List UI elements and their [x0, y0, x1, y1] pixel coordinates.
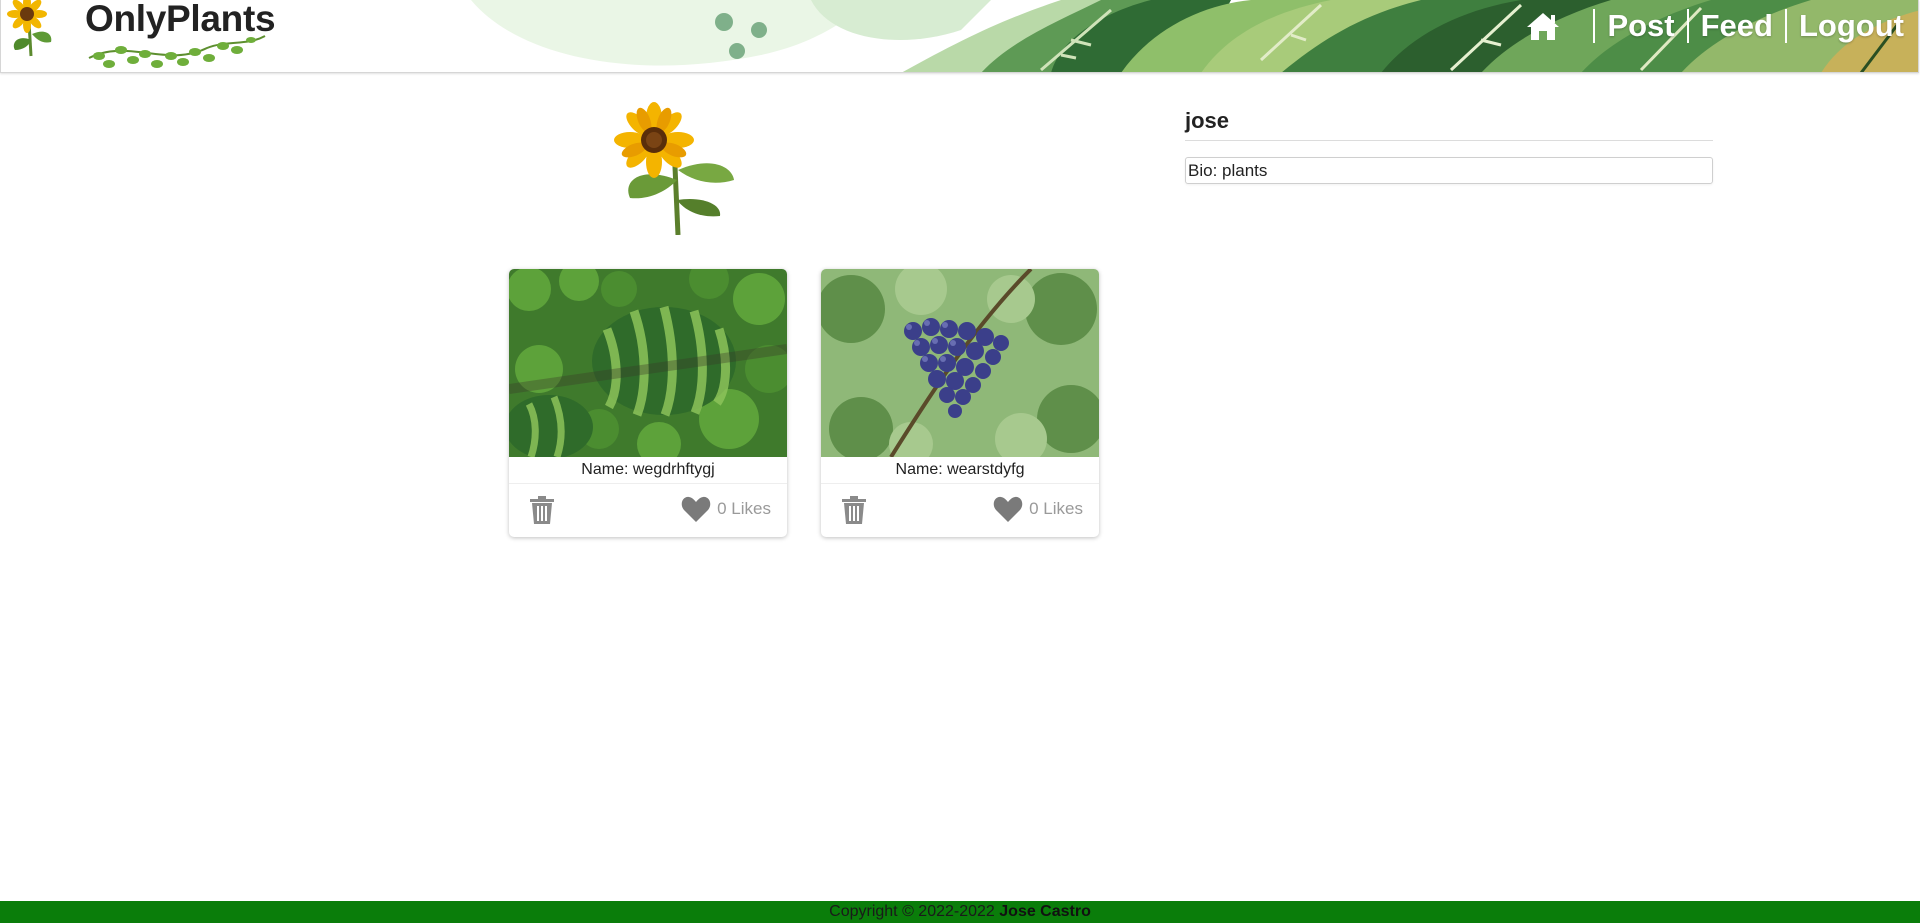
nav-divider: [1593, 9, 1596, 43]
main-nav: Post Feed Logout: [1523, 6, 1904, 46]
site-footer: Copyright © 2022-2022 Jose Castro: [0, 901, 1920, 923]
footer-author: Jose Castro: [999, 903, 1091, 920]
delete-trash-icon[interactable]: [529, 496, 555, 524]
grapes-photo: [821, 269, 1099, 457]
sunflower-logo-icon: [7, 0, 52, 57]
delete-trash-icon[interactable]: [841, 496, 867, 524]
like-group: 0 Likes: [993, 495, 1083, 523]
like-group: 0 Likes: [681, 495, 771, 523]
post-card: Name: wearstdyfg 0 Likes: [821, 269, 1099, 537]
like-count: 0 Likes: [717, 499, 771, 518]
site-header: OnlyPlants Post Feed Logout: [0, 0, 1919, 73]
profile-username: jose: [1185, 108, 1713, 141]
like-count: 0 Likes: [1029, 499, 1083, 518]
heart-like-icon[interactable]: [993, 496, 1023, 523]
nav-divider: [1686, 9, 1689, 43]
profile-avatar-sunflower: [614, 102, 734, 235]
nav-post-link[interactable]: Post: [1607, 8, 1674, 44]
nav-logout-link[interactable]: Logout: [1799, 8, 1904, 44]
home-button[interactable]: [1523, 8, 1563, 44]
post-card: Name: wegdrhftygj 0 Likes: [509, 269, 787, 537]
profile-bio: Bio: plants: [1185, 157, 1713, 184]
nav-divider: [1784, 9, 1787, 43]
heart-like-icon[interactable]: [681, 496, 711, 523]
watermelon-photo: [509, 269, 787, 457]
nav-feed-link[interactable]: Feed: [1701, 8, 1773, 44]
vine-decoration: [88, 35, 266, 68]
home-icon: [1527, 13, 1560, 40]
footer-copyright: Copyright © 2022-2022: [829, 903, 995, 920]
post-caption: Name: wearstdyfg: [821, 457, 1099, 484]
post-caption: Name: wegdrhftygj: [509, 457, 787, 484]
